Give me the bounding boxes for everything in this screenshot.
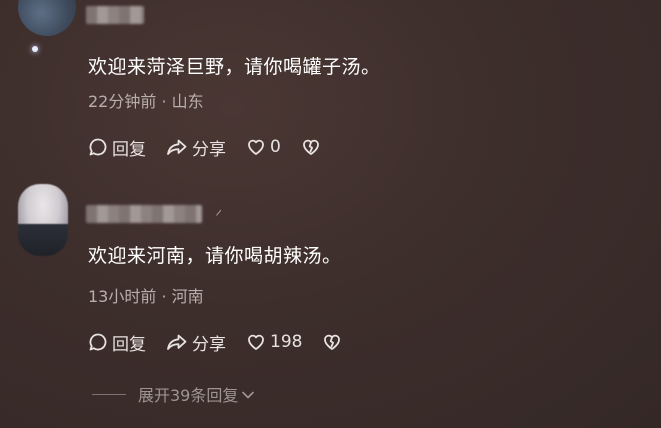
reply-button[interactable]: 回复 — [88, 330, 146, 355]
username-mark — [210, 205, 222, 216]
reply-label: 回复 — [112, 334, 146, 355]
comment-actions: 回复 分享 198 — [88, 330, 366, 355]
heart-icon — [246, 137, 270, 157]
meta-separator: · — [161, 92, 167, 111]
reply-button[interactable]: 回复 — [88, 135, 146, 160]
like-button[interactable]: 198 — [246, 332, 302, 352]
heart-icon — [246, 332, 270, 352]
expand-replies-button[interactable]: 展开39条回复 — [92, 382, 255, 406]
username-blurred[interactable] — [86, 205, 202, 223]
username-blurred[interactable] — [86, 6, 144, 24]
comment-time: 13小时前 — [88, 287, 157, 306]
like-button[interactable]: 0 — [246, 137, 281, 157]
avatar[interactable] — [18, 184, 68, 256]
comment-text: 欢迎来河南，请你喝胡辣汤。 — [88, 245, 342, 267]
share-icon — [166, 137, 192, 157]
chevron-down-icon — [238, 385, 255, 404]
reply-icon — [88, 332, 112, 352]
comment-time: 22分钟前 — [88, 92, 157, 111]
dislike-button[interactable] — [301, 137, 325, 157]
comment-actions: 回复 分享 0 — [88, 135, 345, 160]
reply-icon — [88, 137, 112, 157]
share-label: 分享 — [192, 334, 226, 355]
comment-meta: 22分钟前 · 山东 — [88, 88, 204, 112]
dislike-button[interactable] — [322, 332, 346, 352]
comment-text: 欢迎来菏泽巨野，请你喝罐子汤。 — [88, 56, 381, 78]
reply-label: 回复 — [112, 139, 146, 160]
share-label: 分享 — [192, 139, 226, 160]
comment-meta: 13小时前 · 河南 — [88, 283, 204, 307]
expand-divider — [92, 393, 126, 395]
expand-replies-label: 展开39条回复 — [138, 386, 239, 405]
comment-location: 山东 — [171, 92, 204, 111]
meta-separator: · — [161, 287, 167, 306]
like-count: 0 — [270, 137, 281, 157]
avatar-highlight — [32, 46, 38, 52]
broken-heart-icon — [301, 137, 325, 157]
comment-location: 河南 — [171, 287, 204, 306]
like-count: 198 — [270, 332, 303, 352]
share-icon — [166, 332, 192, 352]
avatar[interactable] — [18, 0, 76, 52]
share-button[interactable]: 分享 — [166, 330, 226, 355]
broken-heart-icon — [322, 332, 346, 352]
share-button[interactable]: 分享 — [166, 135, 226, 160]
